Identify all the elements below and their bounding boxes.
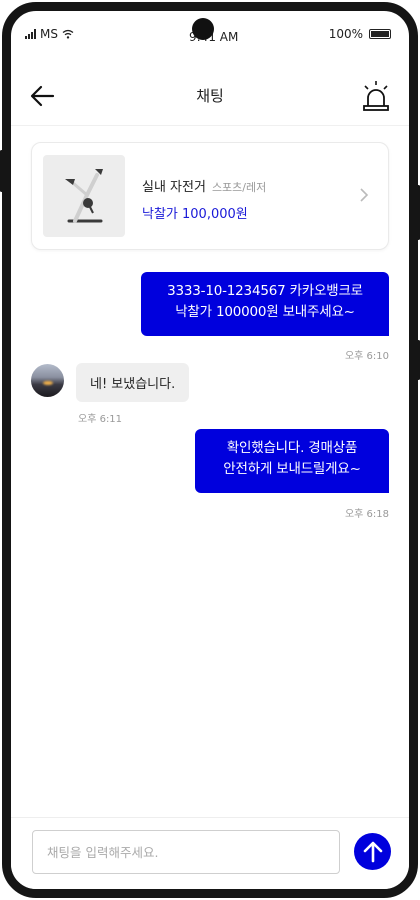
message-line: 안전하게 보내드릴게요~ xyxy=(223,461,361,477)
siren-icon xyxy=(363,81,389,111)
message-line: 네! 보냈습니다. xyxy=(90,377,176,392)
status-right: 100% xyxy=(329,27,391,41)
product-category: 스포츠/레저 xyxy=(211,181,267,194)
message-sent-bubble[interactable]: 3333-10-1234567 카카오뱅크로 낙찰가 100000원 보내주세요… xyxy=(141,272,389,336)
message-time: 오후 6:18 xyxy=(344,509,389,520)
battery-percent: 100% xyxy=(328,27,363,41)
product-image xyxy=(43,155,125,237)
avatar[interactable] xyxy=(31,364,64,397)
app-header: 채팅 xyxy=(11,66,409,126)
status-left: MS xyxy=(25,27,74,41)
product-name: 실내 자전거 xyxy=(142,180,206,195)
message-received-bubble[interactable]: 네! 보냈습니다. xyxy=(76,363,190,402)
page-title: 채팅 xyxy=(196,87,224,105)
message-sent-bubble[interactable]: 확인했습니다. 경매상품 안전하게 보내드릴게요~ xyxy=(195,429,389,493)
signal-icon xyxy=(25,29,36,39)
arrow-up-icon xyxy=(363,841,382,862)
send-button[interactable] xyxy=(354,833,391,870)
chat-input[interactable] xyxy=(32,830,340,874)
chat-input-bar xyxy=(11,817,409,889)
message-line: 낙찰가 100000원 보내주세요~ xyxy=(175,304,355,320)
alarm-button[interactable] xyxy=(361,80,391,112)
wifi-icon xyxy=(62,29,74,39)
message-time: 오후 6:11 xyxy=(78,414,123,425)
message-line: 확인했습니다. 경매상품 xyxy=(226,440,358,456)
arrow-left-icon xyxy=(30,85,55,107)
front-camera xyxy=(192,18,214,40)
message-time: 오후 6:10 xyxy=(344,351,389,362)
message-line: 3333-10-1234567 카카오뱅크로 xyxy=(167,283,363,299)
carrier-label: MS xyxy=(40,27,58,41)
exercise-bike-icon xyxy=(65,169,103,223)
product-card[interactable]: 실내 자전거 스포츠/레저 낙찰가 100,000원 xyxy=(31,142,389,250)
product-price: 낙찰가 100,000원 xyxy=(142,207,248,222)
phone-frame: MS 9:41 AM 100% 채팅 실내 자전거 스포츠/레저 낙찰가 100… xyxy=(2,2,418,898)
product-name-row: 실내 자전거 스포츠/레저 xyxy=(142,176,266,195)
chevron-right-icon xyxy=(360,188,369,202)
battery-icon xyxy=(369,29,391,39)
back-button[interactable] xyxy=(29,83,57,109)
